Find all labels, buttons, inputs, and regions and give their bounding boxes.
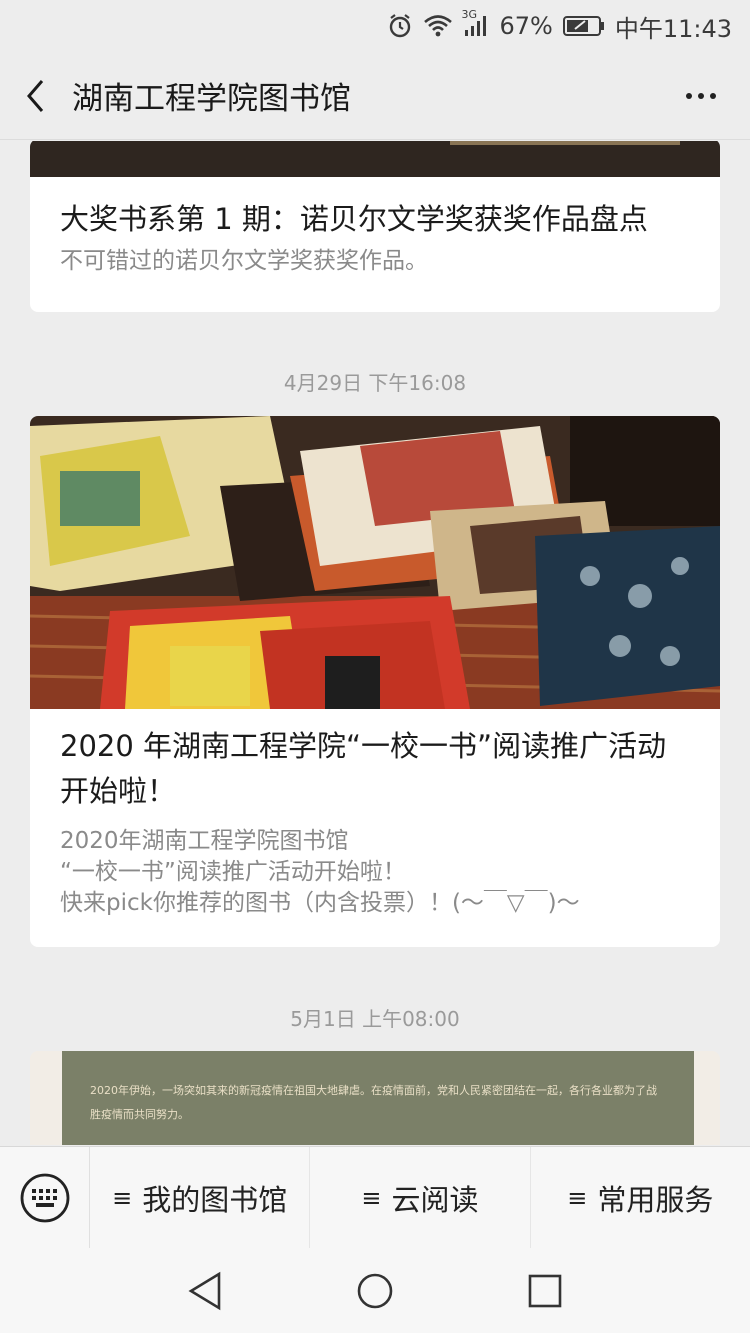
keyboard-toggle-button[interactable]: [0, 1146, 90, 1249]
article-card[interactable]: 2020 年湖南工程学院“一校一书”阅读推广活动开始啦！ 2020年湖南工程学院…: [30, 416, 720, 947]
more-options-button[interactable]: [678, 80, 724, 112]
more-dot-icon: [686, 93, 692, 99]
circle-home-icon: [357, 1273, 393, 1308]
menu-item-cloud-reading[interactable]: ≡ 云阅读: [310, 1146, 531, 1249]
nav-back-button[interactable]: [175, 1261, 235, 1321]
back-arrow-icon: [27, 79, 44, 112]
menu-item-common-services[interactable]: ≡ 常用服务: [531, 1147, 750, 1249]
more-dot-icon: [710, 93, 716, 99]
menu-item-my-library[interactable]: ≡ 我的图书馆: [90, 1146, 311, 1249]
more-dot-icon: [698, 93, 704, 99]
wifi-icon: [423, 14, 453, 38]
menu-lines-icon: ≡: [112, 1183, 133, 1212]
article-description: 2020年湖南工程学院图书馆 “一校一书”阅读推广活动开始啦！ 快来pick你推…: [30, 826, 720, 919]
menu-item-label: 云阅读: [391, 1182, 479, 1217]
article-cover-image: [30, 141, 720, 177]
battery-icon: [562, 15, 605, 37]
system-navigation-bar: [0, 1248, 750, 1333]
article-card[interactable]: 2020年伊始，一场突如其来的新冠疫情在祖国大地肆虐。在疫情面前，党和人民紧密团…: [30, 1051, 720, 1145]
menu-lines-icon: ≡: [567, 1183, 588, 1212]
keyboard-icon: [20, 1173, 69, 1222]
signal-icon: 3G: [461, 8, 489, 38]
header: 湖南工程学院图书馆: [0, 52, 750, 140]
square-recents-icon: [528, 1274, 562, 1307]
article-cover-text: 2020年伊始，一场突如其来的新冠疫情在祖国大地肆虐。在疫情面前，党和人民紧密团…: [90, 1084, 657, 1121]
timestamp: 4月29日 下午16:08: [283, 371, 467, 395]
menu-item-label: 常用服务: [597, 1182, 714, 1217]
status-bar: 3G 67% 中午11:43: [0, 0, 750, 52]
back-button[interactable]: [0, 52, 72, 140]
article-description-line: “一校一书”阅读推广活动开始啦！: [60, 859, 406, 885]
clock: 中午11:43: [614, 14, 732, 43]
timestamp: 5月1日 上午08:00: [290, 1007, 460, 1031]
article-cover-image: 2020年伊始，一场突如其来的新冠疫情在祖国大地肆虐。在疫情面前，党和人民紧密团…: [62, 1051, 694, 1145]
triangle-back-icon: [188, 1271, 221, 1310]
network-type: 3G: [461, 8, 478, 21]
article-title: 2020 年湖南工程学院“一校一书”阅读推广活动开始啦！: [60, 729, 667, 808]
nav-recents-button[interactable]: [515, 1261, 575, 1321]
article-card[interactable]: 大奖书系第 1 期：诺贝尔文学奖获奖作品盘点 不可错过的诺贝尔文学奖获奖作品。: [30, 141, 720, 312]
bottom-menu: ≡ 我的图书馆 ≡ 云阅读 ≡ 常用服务: [0, 1146, 750, 1249]
page-title: 湖南工程学院图书馆: [72, 81, 351, 117]
nav-home-button[interactable]: [345, 1261, 405, 1321]
article-cover-image: [30, 416, 720, 709]
menu-lines-icon: ≡: [361, 1183, 382, 1212]
article-feed: 大奖书系第 1 期：诺贝尔文学奖获奖作品盘点 不可错过的诺贝尔文学奖获奖作品。 …: [0, 141, 750, 1145]
article-description-line: 2020年湖南工程学院图书馆: [60, 828, 349, 854]
article-description: 不可错过的诺贝尔文学奖获奖作品。: [60, 248, 428, 274]
article-title: 大奖书系第 1 期：诺贝尔文学奖获奖作品盘点: [60, 202, 648, 236]
alarm-icon: [387, 13, 413, 39]
menu-item-label: 我的图书馆: [142, 1182, 288, 1217]
article-description-line: 快来pick你推荐的图书（内含投票）！(～￣▽￣)～: [60, 890, 580, 916]
battery-percent: 67%: [499, 12, 553, 40]
